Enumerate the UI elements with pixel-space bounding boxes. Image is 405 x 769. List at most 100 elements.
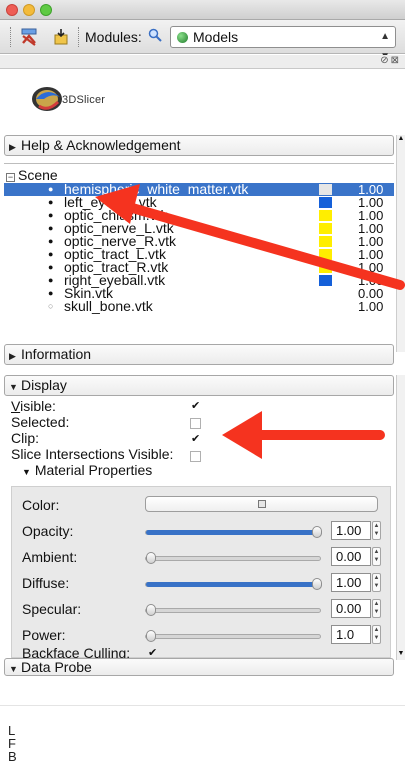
module-selector[interactable]: Models ▲▼ [170, 26, 396, 62]
minimize-window-button[interactable] [23, 4, 35, 16]
modules-label: Modules: [85, 29, 142, 45]
models-module-icon [177, 32, 188, 43]
zoom-window-button[interactable] [40, 4, 52, 16]
power-stepper-icon[interactable]: ▲ ▼ [372, 625, 381, 644]
specular-spinbox[interactable]: 0.00 [331, 599, 371, 618]
color-label: Color: [22, 497, 60, 513]
visible-eye-icon[interactable]: ● [48, 235, 53, 248]
collapse-icon[interactable]: − [6, 173, 15, 182]
toolbar-grip[interactable] [10, 27, 12, 47]
annotation-arrow-clip [222, 411, 385, 459]
scene-model-row[interactable]: ● left_eyeball.vtk 1.00 [4, 195, 394, 209]
slider-handle[interactable] [146, 630, 156, 642]
power-label: Power: [22, 627, 66, 643]
scene-model-row[interactable]: ● Skin.vtk 0.00 [4, 286, 394, 300]
scene-model-row[interactable]: ● optic_tract_L.vtk 1.00 [4, 247, 394, 261]
visible-eye-icon[interactable]: ○ [48, 300, 53, 313]
scene-model-row[interactable]: ● optic_chiasm.vtk 1.00 [4, 208, 394, 222]
window-title-bar [0, 0, 405, 20]
display-section-label: Display [21, 377, 67, 393]
opacity-label: Opacity: [22, 523, 74, 539]
scene-tree[interactable]: − Scene ● hemispheric_white_matter.vtk 1.00… [4, 163, 394, 343]
specular-stepper-icon[interactable]: ▲ ▼ [372, 599, 381, 618]
data-probe-section-header[interactable]: ▼ Data Probe [4, 658, 394, 676]
visible-eye-icon[interactable]: ● [48, 222, 53, 235]
visible-eye-icon[interactable]: ● [48, 261, 53, 274]
model-color-swatch[interactable] [319, 262, 332, 273]
power-slider[interactable] [145, 630, 321, 642]
clip-label: Clip: [11, 430, 40, 446]
diffuse-stepper-icon[interactable]: ▲ ▼ [372, 573, 381, 592]
diffuse-spinbox[interactable]: 1.00 [331, 573, 371, 592]
dicom-icon[interactable] [18, 26, 40, 48]
caret-down-icon: ▼ [22, 467, 31, 477]
slice-intersections-checkbox[interactable] [190, 451, 201, 462]
model-color-swatch[interactable] [319, 210, 332, 221]
scene-model-row[interactable]: ● optic_nerve_R.vtk 1.00 [4, 234, 394, 248]
model-color-swatch[interactable] [319, 184, 332, 195]
scene-model-row[interactable]: ● hemispheric_white_matter.vtk 1.00 [4, 182, 394, 196]
scene-model-row[interactable]: ● optic_tract_R.vtk 1.00 [4, 260, 394, 274]
module-panel-bar: ⊘⊠ [0, 55, 405, 69]
information-section-header[interactable]: ▶ Information [4, 344, 394, 365]
opacity-slider[interactable] [145, 526, 322, 538]
ambient-spinbox[interactable]: 0.00 [331, 547, 371, 566]
slider-handle[interactable] [312, 578, 322, 590]
scene-root-node[interactable]: − Scene [4, 167, 58, 183]
scene-vertical-scrollbar[interactable]: ▲ [396, 135, 405, 352]
slider-fill [146, 530, 322, 535]
caret-down-icon: ▼ [9, 664, 18, 674]
color-swatch [258, 500, 266, 508]
color-picker-button[interactable] [145, 496, 378, 512]
scene-model-row[interactable]: ○ skull_bone.vtk 1.00 [4, 299, 394, 313]
help-section-label: Help & Acknowledgement [21, 137, 181, 153]
model-color-swatch[interactable] [319, 236, 332, 247]
toolbar: Modules: Models ▲▼ [0, 20, 405, 62]
dock-float-close-icons[interactable]: ⊘⊠ [380, 55, 401, 66]
axis-label-b: B [8, 749, 17, 764]
visible-eye-icon[interactable]: ● [48, 196, 53, 209]
hidden-eye-icon[interactable]: ● [48, 287, 53, 300]
clip-checkbox[interactable]: ✔ [190, 434, 201, 445]
visible-eye-icon[interactable]: ● [48, 274, 53, 287]
ambient-stepper-icon[interactable]: ▲ ▼ [372, 547, 381, 566]
caret-right-icon: ▶ [9, 351, 16, 361]
scene-model-row[interactable]: ● right_eyeball.vtk 1.00 [4, 273, 394, 287]
slice-intersections-label: Slice Intersections Visible: [11, 446, 174, 462]
model-color-swatch[interactable] [319, 223, 332, 234]
display-section-header[interactable]: ▼ Display [4, 375, 394, 396]
slider-fill [146, 582, 322, 587]
selected-label: Selected: [11, 414, 70, 430]
slicer-logo-text: 3DSlicer [62, 94, 106, 106]
caret-right-icon: ▶ [9, 142, 16, 152]
model-color-swatch[interactable] [319, 197, 332, 208]
slider-handle[interactable] [146, 604, 156, 616]
load-data-icon[interactable] [50, 26, 72, 48]
specular-label: Specular: [22, 601, 82, 617]
specular-slider[interactable] [145, 604, 321, 616]
visible-eye-icon[interactable]: ● [48, 209, 53, 222]
diffuse-label: Diffuse: [22, 575, 70, 591]
power-spinbox[interactable]: 1.0 [331, 625, 371, 644]
visible-eye-icon[interactable]: ● [48, 248, 53, 261]
display-vertical-scrollbar[interactable]: ▼ [396, 375, 405, 660]
help-section-header[interactable]: ▶ Help & Acknowledgement [4, 135, 394, 156]
model-color-swatch[interactable] [319, 249, 332, 260]
slider-handle[interactable] [312, 526, 322, 538]
divider [0, 705, 405, 706]
magnifier-icon[interactable] [148, 28, 162, 45]
diffuse-slider[interactable] [145, 578, 322, 590]
material-properties-panel: Color: Opacity: 1.00 ▲ ▼ Ambient: 0.00 ▲ ▼… [11, 486, 391, 661]
close-window-button[interactable] [6, 4, 18, 16]
opacity-spinbox[interactable]: 1.00 [331, 521, 371, 540]
slider-handle[interactable] [146, 552, 156, 564]
scene-model-row[interactable]: ● optic_nerve_L.vtk 1.00 [4, 221, 394, 235]
opacity-stepper-icon[interactable]: ▲ ▼ [372, 521, 381, 540]
visible-eye-icon[interactable]: ● [48, 183, 53, 196]
ambient-slider[interactable] [145, 552, 321, 564]
visible-checkbox[interactable]: ✔ [190, 401, 201, 412]
material-properties-label: Material Properties [34, 462, 153, 478]
selected-checkbox[interactable] [190, 418, 201, 429]
material-properties-header[interactable]: ▼ Material Properties [22, 462, 152, 478]
model-color-swatch[interactable] [319, 275, 332, 286]
